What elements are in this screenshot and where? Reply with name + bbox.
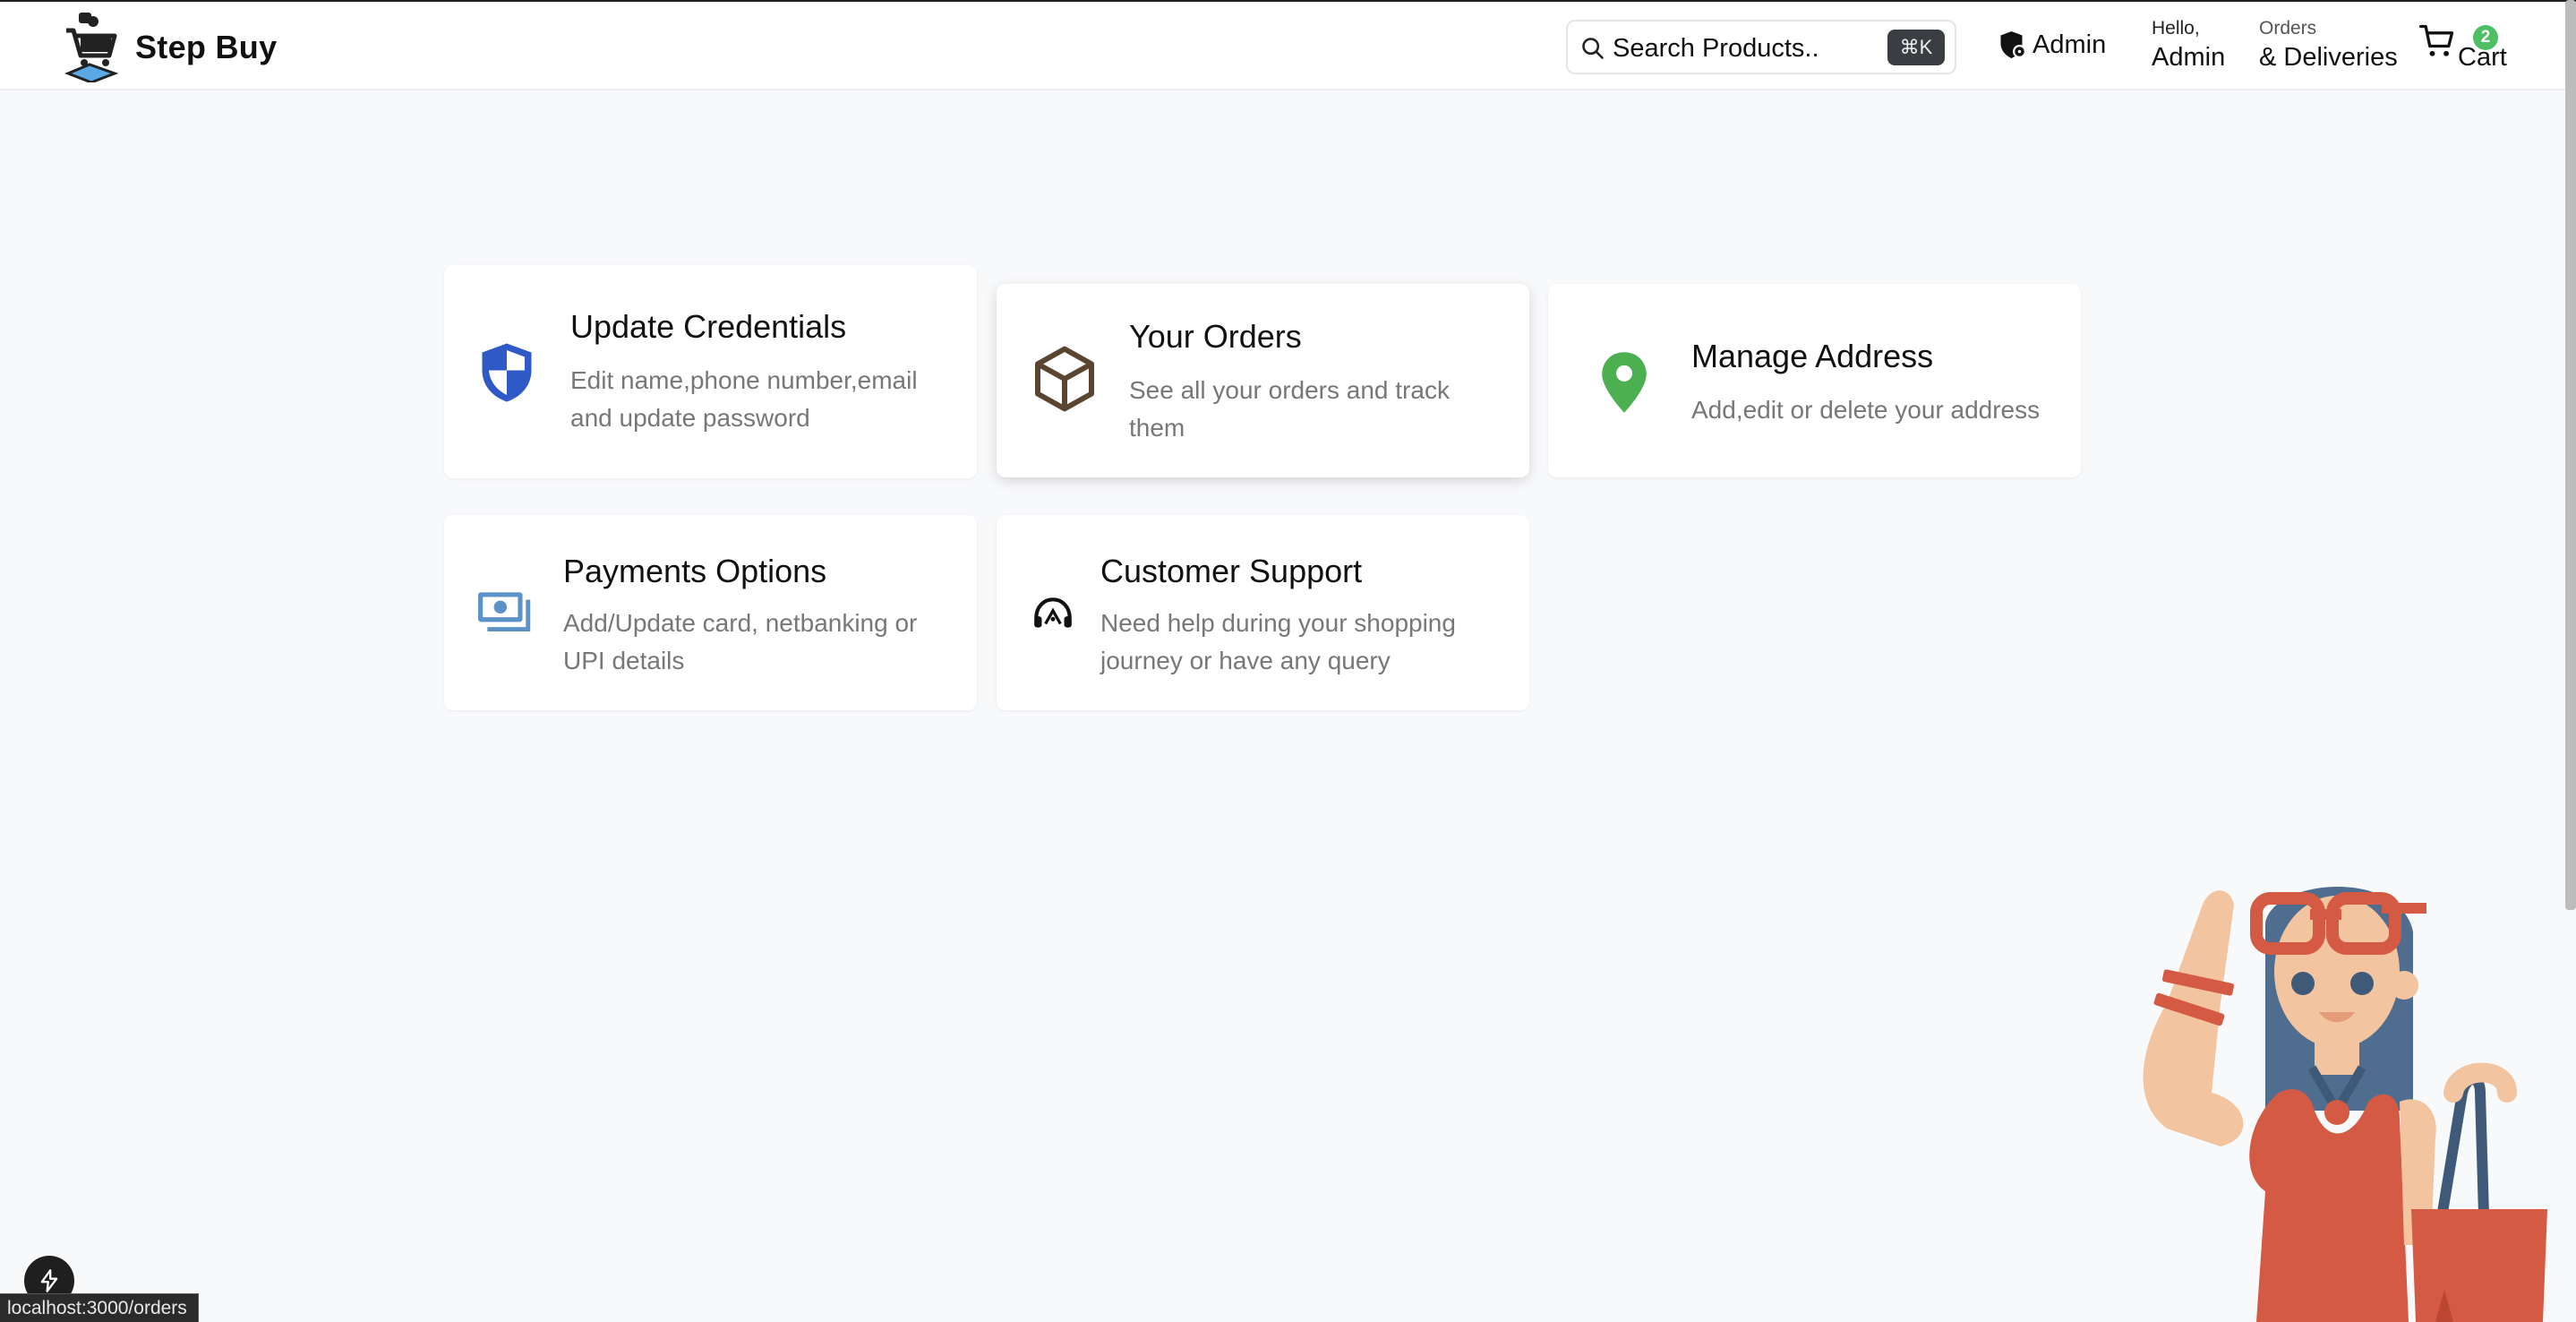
card-title: Your Orders [1129,318,1302,355]
top-navbar: Step Buy ⌘K Admin Hello, Admin Orders & … [0,0,2576,90]
account-name: Admin [2152,43,2226,72]
keyboard-shortcut-badge: ⌘K [1887,30,1945,65]
cart-button[interactable]: 2 Cart [2418,20,2507,73]
manage-address-card[interactable]: Manage Address Add,edit or delete your a… [1548,284,2081,477]
brand-name[interactable]: Step Buy [135,29,277,66]
search-box[interactable]: ⌘K [1566,20,1956,74]
update-credentials-card[interactable]: Update Credentials Edit name,phone numbe… [444,265,977,478]
orders-deliveries-link[interactable]: Orders & Deliveries [2259,18,2398,73]
shield-icon [482,343,532,402]
card-description: Edit name,phone number,email and update … [570,366,918,432]
card-title: Payments Options [563,553,827,589]
cart-icon [2419,24,2454,56]
admin-link[interactable]: Admin [1997,29,2106,61]
money-icon [478,592,531,632]
page-scrollbar[interactable] [2565,0,2576,910]
account-greeting[interactable]: Hello, Admin [2152,18,2225,73]
card-title: Customer Support [1100,553,1363,589]
card-title: Manage Address [1691,338,1934,374]
card-description: See all your orders and track them [1129,376,1450,442]
box-icon [1035,346,1094,412]
card-description: Add,edit or delete your address [1691,396,2041,424]
headset-icon [1034,597,1072,628]
shopper-woman-illustration [2143,887,2547,1322]
card-title: Update Credentials [570,308,847,345]
lightning-icon [40,1269,58,1292]
admin-shield-icon [2000,31,2026,58]
cart-label: Cart [2458,43,2507,72]
customer-support-card[interactable]: Customer Support Need help during your s… [997,515,1529,710]
orders-label: Orders [2259,18,2317,39]
card-description: Add/Update card, netbanking or UPI detai… [563,609,918,674]
admin-label: Admin [2033,30,2107,59]
shopping-cart-logo-icon[interactable] [63,11,120,82]
link-preview-status: localhost:3000/orders [0,1293,199,1322]
payments-options-card[interactable]: Payments Options Add/Update card, netban… [444,515,977,710]
location-pin-icon [1602,352,1647,413]
search-input[interactable] [1613,32,1872,64]
your-orders-card[interactable]: Your Orders See all your orders and trac… [997,284,1529,477]
deliveries-label: & Deliveries [2259,43,2398,72]
search-icon [1582,38,1604,59]
greeting-text: Hello, [2152,18,2200,39]
card-description: Need help during your shopping journey o… [1100,609,1456,674]
